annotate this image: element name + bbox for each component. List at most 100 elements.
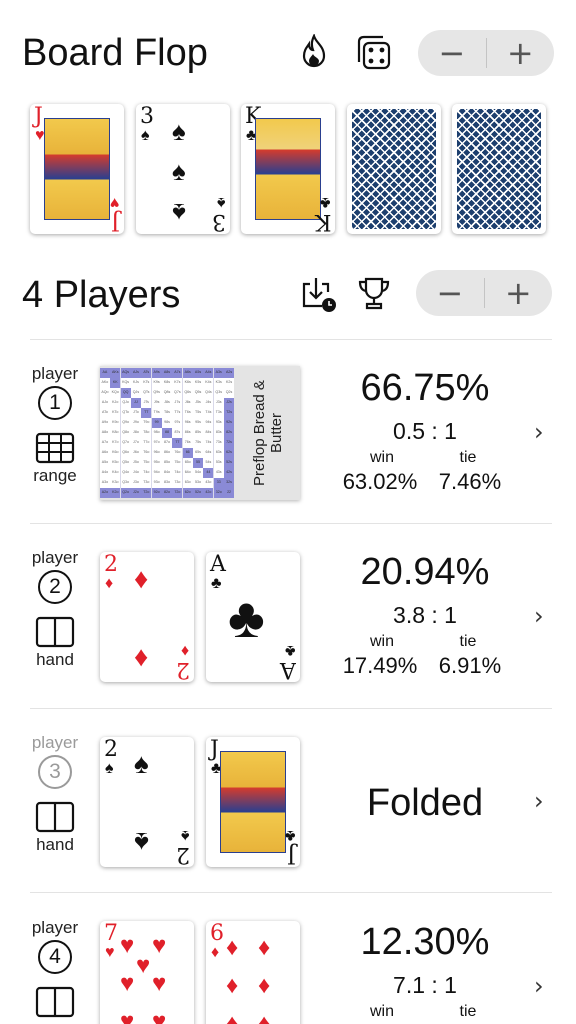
player-4-card-2[interactable]: 6 ♦ ♦ ♦ ♦ ♦ ♦ ♦ xyxy=(206,921,300,1024)
range-cell: 64s xyxy=(203,448,214,458)
heart-pip-icon: ♥ xyxy=(120,932,135,959)
range-cell: A9s xyxy=(151,368,162,378)
player-4-card-1[interactable]: 7 ♥ ♥ ♥ ♥ ♥ ♥ ♥ ♥ xyxy=(100,921,194,1024)
player-2-card-1[interactable]: 2 ♦ ♦ ♦ 2 ♦ xyxy=(100,552,194,682)
range-cell: A7o xyxy=(100,438,110,448)
range-cell: J4o xyxy=(131,468,141,478)
board-card-three-spades[interactable]: 3 ♠ ♠ ♠ ♠ 3 ♠ xyxy=(136,104,230,234)
range-cell: KTo xyxy=(110,408,121,418)
range-cell: 42o xyxy=(203,488,214,498)
range-cell: 87s xyxy=(172,428,183,438)
spade-icon: ♠ xyxy=(216,194,226,211)
range-cell: 84s xyxy=(203,428,214,438)
card-rank-bottom: 2 xyxy=(176,657,190,682)
range-cell: KQs xyxy=(120,378,131,388)
range-cell: K3s xyxy=(213,378,224,388)
player-1-detail-chevron-icon[interactable]: › xyxy=(534,418,544,446)
range-cell: AQs xyxy=(120,368,131,378)
player-4-detail-chevron-icon[interactable]: › xyxy=(534,972,544,1000)
hand-icon[interactable] xyxy=(35,986,75,1018)
pot-odds: 3.8 : 1 xyxy=(393,602,457,628)
diamond-pip-icon: ♦ xyxy=(134,641,149,672)
player-3-card-1[interactable]: 2 ♠ ♠ ♠ 2 ♠ xyxy=(100,737,194,867)
range-cell: A9o xyxy=(100,418,110,428)
range-cell: J6s xyxy=(182,398,193,408)
range-cell: JTs xyxy=(141,398,152,408)
row-separator xyxy=(30,892,552,893)
range-cell: 93s xyxy=(213,418,224,428)
range-cell: K5o xyxy=(110,458,121,468)
heart-pip-icon: ♥ xyxy=(120,1008,135,1024)
club-icon: ♣ xyxy=(284,827,296,844)
tie-label: tie xyxy=(459,449,477,466)
board-card-back-turn[interactable] xyxy=(347,104,441,234)
tie-value: 7.46% xyxy=(438,469,502,494)
range-cell: J8s xyxy=(162,398,172,408)
range-cell: QTs xyxy=(141,388,152,398)
player-4-info[interactable]: player 4 xyxy=(22,918,88,1018)
pot-odds: 7.1 : 1 xyxy=(393,972,457,998)
range-cell: A5o xyxy=(100,458,110,468)
equity-value: 20.94% xyxy=(360,551,490,593)
card-rank-bottom: K xyxy=(314,209,331,234)
range-cell: AQo xyxy=(100,388,110,398)
win-label: win xyxy=(369,1003,394,1020)
range-cell: 73s xyxy=(213,438,224,448)
hand-icon[interactable] xyxy=(35,801,75,833)
player-label: player xyxy=(31,733,79,752)
range-cell: JTo xyxy=(131,408,141,418)
range-cell: 74o xyxy=(172,468,183,478)
heart-icon: ♥ xyxy=(109,194,120,211)
range-cell: 75o xyxy=(172,458,183,468)
range-cell: T8o xyxy=(141,428,152,438)
player-3-info[interactable]: player 3 hand xyxy=(22,733,88,855)
range-cell: 55 xyxy=(193,458,203,468)
range-cell: 52s xyxy=(224,458,234,468)
range-cell: 97o xyxy=(151,438,162,448)
player-number: 1 xyxy=(38,386,72,420)
range-cell: 76o xyxy=(172,448,183,458)
card-rank: 2 xyxy=(104,552,118,577)
hand-icon[interactable] xyxy=(35,616,75,648)
import-history-icon[interactable] xyxy=(296,272,340,316)
range-cell: KK xyxy=(110,378,121,388)
range-cell: QQ xyxy=(120,388,131,398)
range-cell: Q3s xyxy=(213,388,224,398)
board-card-king-clubs[interactable]: K ♣ K ♣ xyxy=(241,104,335,234)
flame-icon[interactable] xyxy=(292,30,336,74)
range-cell: J9s xyxy=(151,398,162,408)
trophy-icon[interactable] xyxy=(352,272,396,316)
range-cell: 43o xyxy=(203,478,214,488)
range-cell: TT xyxy=(141,408,152,418)
range-cell: K2o xyxy=(110,488,121,498)
board-card-back-river[interactable] xyxy=(452,104,546,234)
player-3-card-2[interactable]: J ♣ J ♣ xyxy=(206,737,300,867)
range-cell: T3s xyxy=(213,408,224,418)
range-cell: K8s xyxy=(162,378,172,388)
player-1-range-selector[interactable]: AA AKs AQs AJs ATs A9s A8s A7s A6s A5s A4s A3s A2s AK… xyxy=(100,366,300,500)
range-cell: T4s xyxy=(203,408,214,418)
tie-value: 6.91% xyxy=(438,653,502,678)
range-cell: 83s xyxy=(213,428,224,438)
dice-icon[interactable] xyxy=(352,30,396,74)
player-2-detail-chevron-icon[interactable]: › xyxy=(534,602,544,630)
range-cell: T3o xyxy=(141,478,152,488)
range-cell: KTs xyxy=(141,378,152,388)
board-card-jack-hearts[interactable]: J ♥ J ♥ xyxy=(30,104,124,234)
range-cell: T4o xyxy=(141,468,152,478)
players-decrement-button[interactable]: − xyxy=(416,270,484,316)
range-cell: T8s xyxy=(162,408,172,418)
range-cell: T6o xyxy=(141,448,152,458)
range-grid-icon[interactable] xyxy=(35,432,75,464)
players-increment-button[interactable]: + xyxy=(485,270,553,316)
range-cell: 82o xyxy=(162,488,172,498)
board-decrement-button[interactable]: − xyxy=(418,30,486,76)
player-2-card-2[interactable]: A ♣ ♣ A ♣ xyxy=(206,552,300,682)
player-1-info[interactable]: player 1 range xyxy=(22,364,88,486)
diamond-pip-icon: ♦ xyxy=(226,972,239,999)
board-increment-button[interactable]: + xyxy=(487,30,555,76)
card-rank-bottom: J xyxy=(111,209,120,234)
player-2-info[interactable]: player 2 hand xyxy=(22,548,88,670)
range-cell: 32o xyxy=(213,488,224,498)
player-3-detail-chevron-icon[interactable]: › xyxy=(534,787,544,815)
